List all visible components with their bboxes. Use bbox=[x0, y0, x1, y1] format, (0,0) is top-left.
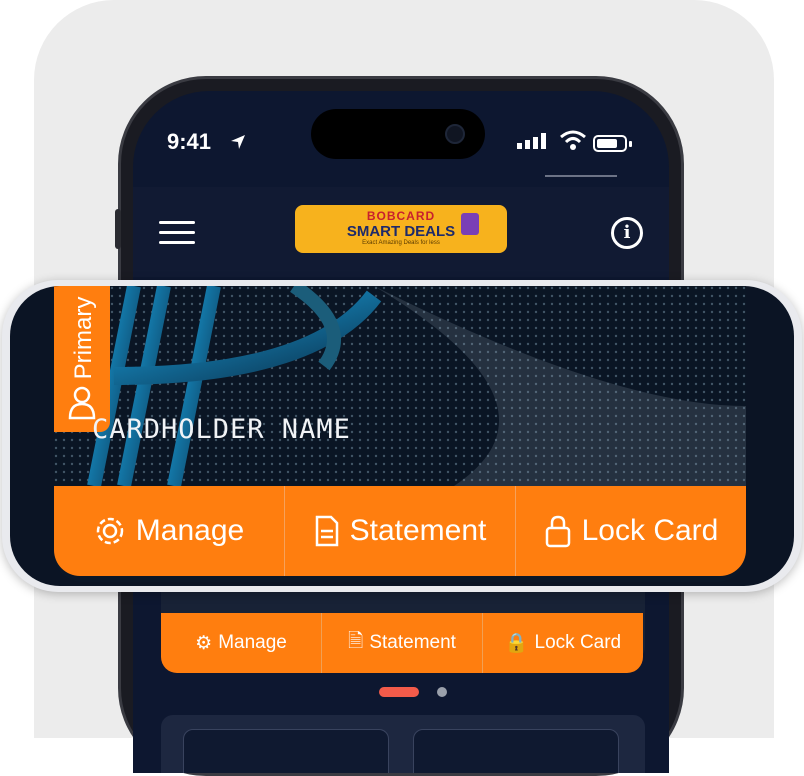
document-icon bbox=[315, 515, 338, 547]
logo-tagline: Exact Amazing Deals for less bbox=[362, 240, 440, 246]
carousel-dots bbox=[379, 687, 459, 699]
phone-side-button bbox=[115, 209, 121, 249]
manage-button[interactable]: Manage bbox=[54, 486, 285, 576]
location-arrow-icon bbox=[231, 135, 245, 149]
magnified-card: Primary CARDHOLDER NAME Manage Statement… bbox=[2, 280, 802, 592]
document-icon: 🗎 bbox=[348, 631, 364, 652]
bobcard-smart-deals-logo: BOBCARD SMART DEALS Exact Amazing Deals … bbox=[295, 205, 507, 253]
primary-badge: Primary bbox=[54, 286, 110, 432]
gear-icon: ⚙ bbox=[195, 632, 213, 654]
statement-label: Statement bbox=[349, 514, 487, 547]
quick-tiles bbox=[161, 715, 645, 773]
info-icon[interactable]: i bbox=[611, 217, 643, 249]
manage-label-small: Manage bbox=[218, 632, 287, 653]
dynamic-island bbox=[311, 109, 485, 159]
credit-card[interactable]: Primary CARDHOLDER NAME Manage Statement… bbox=[54, 286, 746, 582]
app-bar: BOBCARD SMART DEALS Exact Amazing Deals … bbox=[133, 187, 669, 277]
card-background-art bbox=[54, 286, 746, 486]
battery-icon bbox=[593, 135, 627, 152]
lock-card-label-small: Lock Card bbox=[534, 632, 622, 653]
manage-label: Manage bbox=[135, 514, 245, 547]
statement-label-small: Statement bbox=[369, 632, 456, 653]
carousel-dot-active[interactable] bbox=[379, 687, 419, 697]
card-actions-small: ⚙ Manage 🗎 Statement 🔒 Lock Card bbox=[161, 613, 643, 673]
quick-tile[interactable] bbox=[413, 729, 619, 773]
statement-button-small[interactable]: 🗎 Statement bbox=[322, 613, 483, 673]
wifi-icon bbox=[560, 130, 586, 150]
status-underline bbox=[545, 175, 617, 177]
manage-button-small[interactable]: ⚙ Manage bbox=[161, 613, 322, 673]
card-actions: Manage Statement Lock Card bbox=[54, 486, 746, 576]
quick-tile[interactable] bbox=[183, 729, 389, 773]
lock-card-button[interactable]: Lock Card bbox=[516, 486, 746, 576]
lock-card-label: Lock Card bbox=[581, 514, 719, 547]
lock-card-button-small[interactable]: 🔒 Lock Card bbox=[483, 613, 643, 673]
shopping-bag-icon bbox=[461, 213, 479, 235]
lock-icon: 🔒 bbox=[504, 633, 529, 654]
cardholder-name: CARDHOLDER NAME bbox=[92, 414, 351, 445]
camera-icon bbox=[445, 124, 465, 144]
gear-icon bbox=[96, 517, 124, 545]
magnified-card-inner: Primary CARDHOLDER NAME Manage Statement… bbox=[10, 286, 794, 586]
battery-tip bbox=[629, 141, 632, 147]
menu-icon[interactable] bbox=[159, 221, 195, 247]
lock-icon bbox=[545, 515, 570, 548]
cellular-signal-icon bbox=[517, 133, 546, 149]
carousel-dot[interactable] bbox=[437, 687, 447, 697]
statement-button[interactable]: Statement bbox=[285, 486, 516, 576]
status-time: 9:41 bbox=[167, 129, 212, 154]
